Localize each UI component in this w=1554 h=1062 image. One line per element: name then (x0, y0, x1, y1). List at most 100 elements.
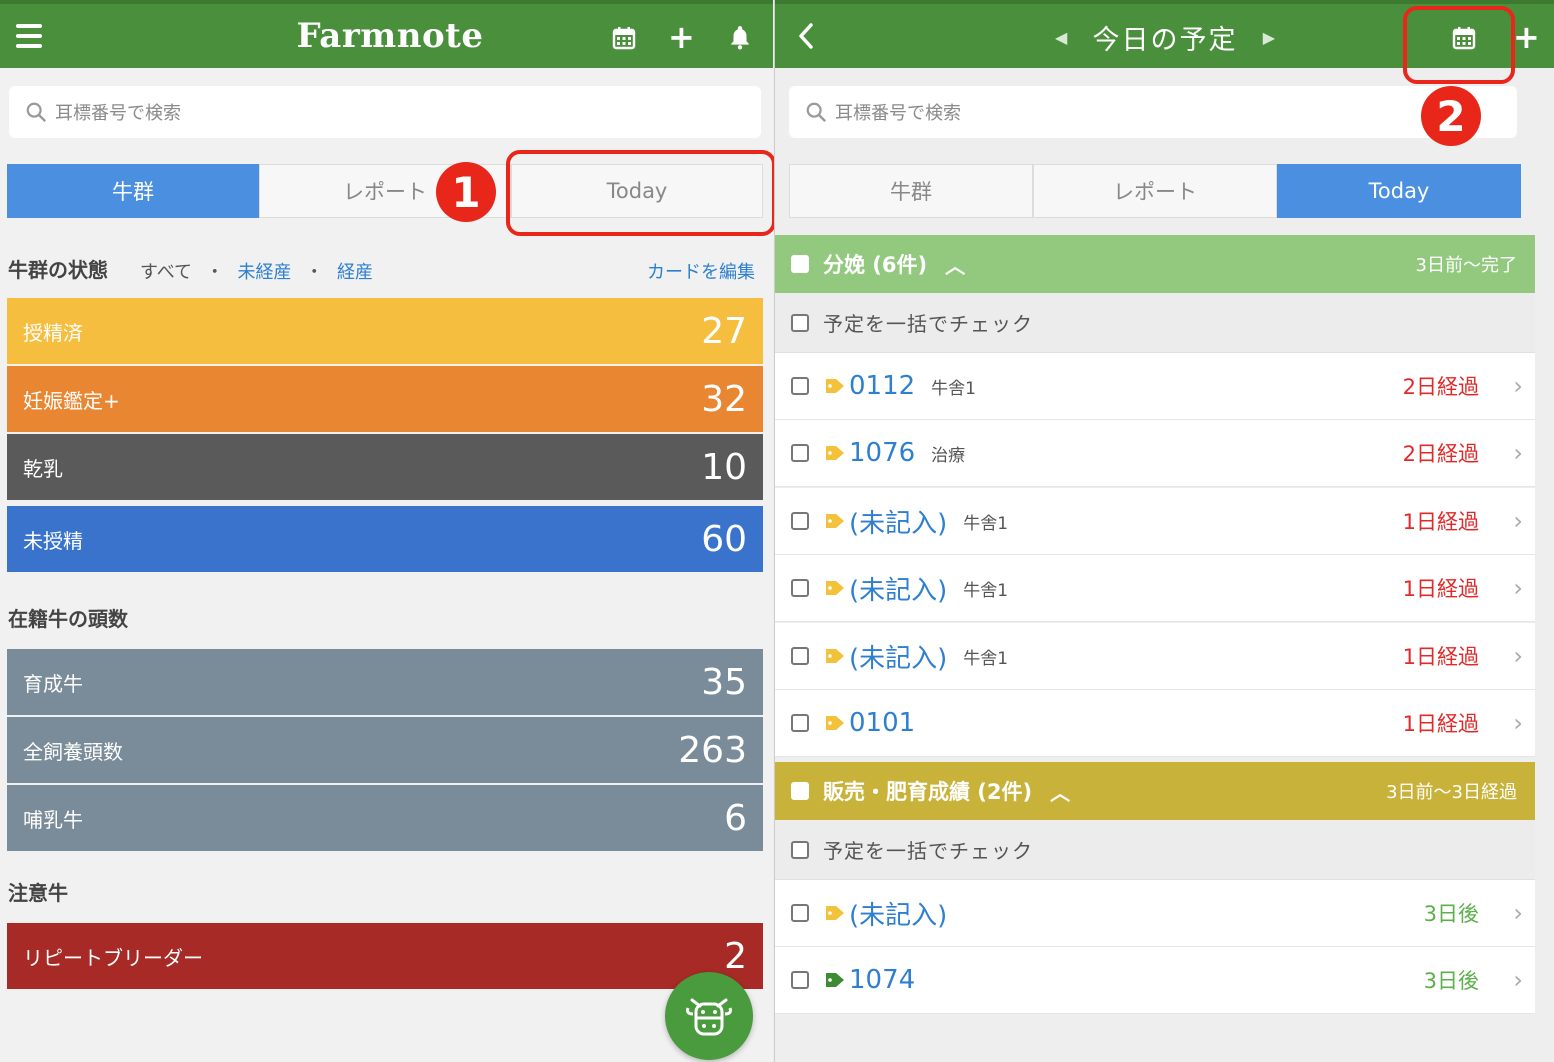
cow-id[interactable]: (未記入) (849, 895, 947, 932)
headcount-card-heifer[interactable]: 育成牛 35 (7, 649, 763, 715)
tab-today[interactable]: Today (1277, 164, 1521, 218)
card-label: 授精済 (23, 320, 83, 345)
prev-day-icon[interactable]: ◀ (1055, 28, 1067, 47)
callout-number: 2 (1421, 86, 1481, 146)
bulk-checkbox[interactable] (791, 313, 809, 332)
back-icon[interactable] (791, 18, 821, 54)
group-range: 3日前〜完了 (1415, 255, 1517, 276)
row-checkbox[interactable] (791, 579, 809, 597)
tab-herd[interactable]: 牛群 (7, 164, 259, 218)
group-title: 販売・肥育成績 (2件) (823, 780, 1033, 804)
edit-cards-link[interactable]: カードを編集 (647, 258, 755, 284)
status-card-not-inseminated[interactable]: 未授精 60 (7, 506, 763, 572)
tag-icon (826, 446, 844, 460)
group-header-calving[interactable]: 分娩 (6件) ︿ 3日前〜完了 (775, 235, 1535, 293)
cow-icon (686, 998, 732, 1036)
bulk-check-row[interactable]: 予定を一括でチェック (775, 820, 1535, 880)
cow-id[interactable]: 0112 (849, 371, 915, 401)
filter-unparous[interactable]: 未経産 (238, 262, 292, 283)
chevron-right-icon[interactable]: › (1513, 507, 1523, 535)
card-label: 妊娠鑑定+ (23, 388, 120, 413)
group-checkbox[interactable] (791, 782, 809, 800)
status-card-pregnant[interactable]: 妊娠鑑定+ 32 (7, 366, 763, 432)
chevron-right-icon[interactable]: › (1513, 439, 1523, 467)
view-tabs: 牛群 レポート Today (789, 164, 1521, 218)
next-day-icon[interactable]: ▶ (1263, 28, 1275, 47)
row-checkbox[interactable] (791, 444, 809, 462)
task-row[interactable]: (未記入) 3日後 › (775, 880, 1535, 947)
add-icon[interactable]: + (1513, 18, 1540, 56)
chevron-right-icon[interactable]: › (1513, 709, 1523, 737)
status-card-dry[interactable]: 乾乳 10 (7, 434, 763, 500)
chevron-right-icon[interactable]: › (1513, 966, 1523, 994)
task-row[interactable]: 0101 1日経過 › (775, 690, 1535, 757)
bell-icon[interactable] (727, 24, 753, 50)
top-bar: Farmnote + (0, 0, 773, 68)
headcount-card-calf[interactable]: 哺乳牛 6 (7, 785, 763, 851)
callout-highlight (506, 150, 776, 236)
row-checkbox[interactable] (791, 512, 809, 530)
row-checkbox[interactable] (791, 714, 809, 732)
card-value: 27 (701, 310, 747, 352)
tab-report[interactable]: レポート (1033, 164, 1277, 218)
caution-card-repeat-breeder[interactable]: リピートブリーダー 2 (7, 923, 763, 989)
bulk-check-label: 予定を一括でチェック (823, 839, 1033, 863)
task-row[interactable]: (未記入) 牛舎1 1日経過 › (775, 623, 1535, 690)
chevron-right-icon[interactable]: › (1513, 642, 1523, 670)
add-icon[interactable]: + (668, 18, 695, 56)
cow-fab-button[interactable] (665, 972, 753, 1060)
chevron-up-icon[interactable]: ︿ (1050, 777, 1070, 806)
date-navigator: ◀ 今日の予定 ▶ (1055, 18, 1275, 57)
headcount-title: 在籍牛の頭数 (8, 607, 128, 631)
tag-icon (826, 649, 844, 663)
cow-id[interactable]: (未記入) (849, 638, 947, 675)
chevron-right-icon[interactable]: › (1513, 899, 1523, 927)
bulk-checkbox[interactable] (791, 840, 809, 859)
tab-herd[interactable]: 牛群 (789, 164, 1033, 218)
headcount-card-total[interactable]: 全飼養頭数 263 (7, 717, 763, 783)
chevron-right-icon[interactable]: › (1513, 574, 1523, 602)
row-checkbox[interactable] (791, 647, 809, 665)
filter-all[interactable]: すべて (140, 262, 192, 283)
card-value: 263 (678, 729, 747, 771)
task-row[interactable]: (未記入) 牛舎1 1日経過 › (775, 488, 1535, 555)
group-header-sales[interactable]: 販売・肥育成績 (2件) ︿ 3日前〜3日経過 (775, 762, 1535, 820)
card-value: 6 (724, 797, 747, 839)
cow-id[interactable]: 1074 (849, 965, 915, 995)
bulk-check-row[interactable]: 予定を一括でチェック (775, 293, 1535, 353)
menu-icon[interactable] (14, 24, 44, 48)
task-status: 3日後 (1423, 902, 1479, 926)
card-value: 35 (701, 661, 747, 703)
cow-location: 牛舎1 (963, 580, 1009, 601)
cow-location: 牛舎1 (963, 648, 1009, 669)
task-row[interactable]: 1076 治療 2日経過 › (775, 420, 1535, 487)
search-input[interactable]: 耳標番号で検索 (789, 86, 1517, 138)
cow-id[interactable]: 0101 (849, 708, 915, 738)
group-title: 分娩 (6件) (823, 253, 928, 277)
row-checkbox[interactable] (791, 377, 809, 395)
calendar-icon[interactable] (612, 26, 636, 50)
chevron-up-icon[interactable]: ︿ (945, 250, 965, 279)
row-checkbox[interactable] (791, 904, 809, 922)
search-placeholder: 耳標番号で検索 (55, 103, 181, 124)
tag-icon (826, 379, 844, 393)
task-row[interactable]: 1074 3日後 › (775, 947, 1535, 1014)
cow-id[interactable]: (未記入) (849, 503, 947, 540)
cow-id[interactable]: (未記入) (849, 570, 947, 607)
task-status: 1日経過 (1402, 510, 1479, 534)
status-card-inseminated[interactable]: 授精済 27 (7, 298, 763, 364)
task-row[interactable]: (未記入) 牛舎1 1日経過 › (775, 555, 1535, 622)
filter-separator: ・ (205, 262, 224, 283)
task-status: 1日経過 (1402, 712, 1479, 736)
filter-parous[interactable]: 経産 (337, 262, 373, 283)
chevron-right-icon[interactable]: › (1513, 372, 1523, 400)
task-row[interactable]: 0112 牛舎1 2日経過 › (775, 353, 1535, 420)
tag-icon (826, 973, 844, 987)
cow-id[interactable]: 1076 (849, 438, 915, 468)
bulk-check-label: 予定を一括でチェック (823, 312, 1033, 336)
card-value: 10 (701, 446, 747, 488)
task-status: 1日経過 (1402, 577, 1479, 601)
row-checkbox[interactable] (791, 971, 809, 989)
search-input[interactable]: 耳標番号で検索 (9, 86, 761, 138)
group-checkbox[interactable] (791, 255, 809, 273)
